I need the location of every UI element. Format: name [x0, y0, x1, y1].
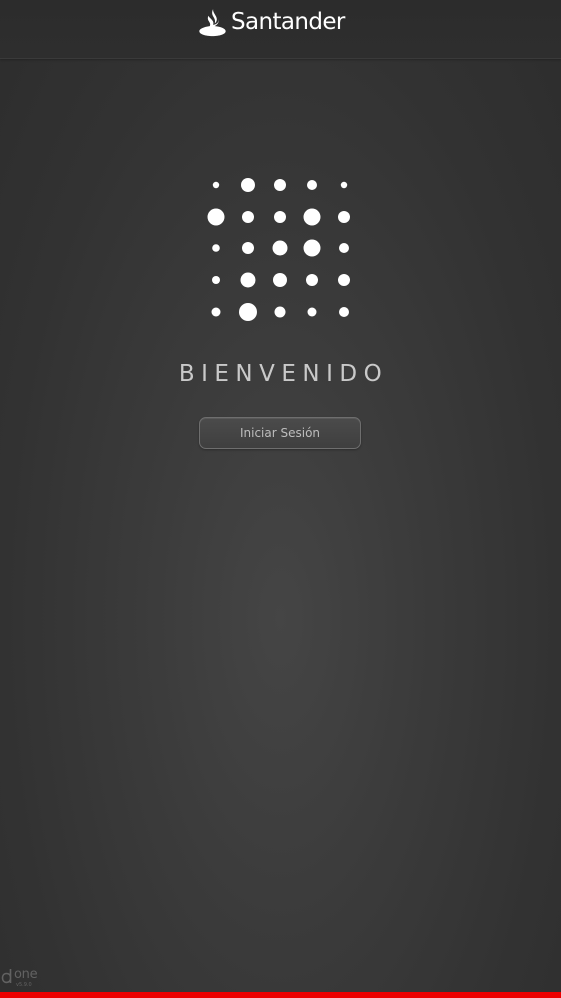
santander-logo: Santander: [197, 5, 345, 39]
footer-logo: one v5.9.0: [1, 967, 38, 990]
login-button[interactable]: Iniciar Sesión: [199, 417, 361, 449]
d-letter-icon: [1, 969, 12, 984]
app-header: Santander: [0, 0, 561, 59]
welcome-title: BIENVENIDO: [178, 361, 389, 387]
brand-name: Santander: [231, 9, 345, 35]
bottom-accent-bar: [0, 992, 561, 998]
footer-version: v5.9.0: [16, 982, 32, 988]
dots-grid-icon: [207, 178, 350, 321]
footer-logo-name: one: [14, 967, 38, 982]
flame-icon: [199, 8, 226, 36]
